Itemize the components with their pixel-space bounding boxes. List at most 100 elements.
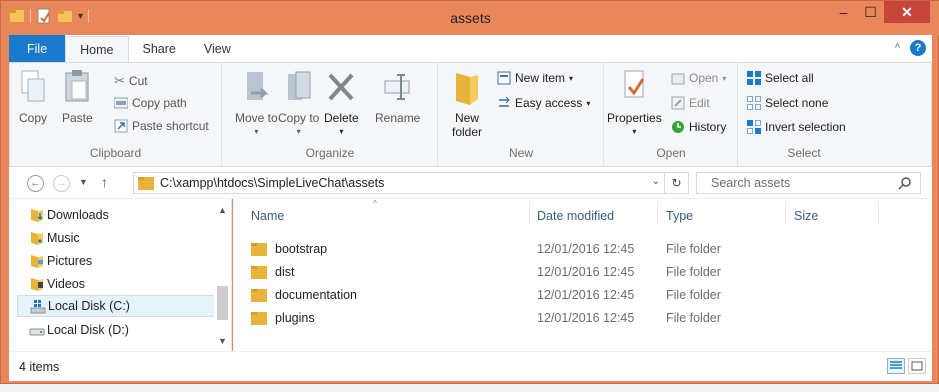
nav-item-local-disk-d[interactable]: Local Disk (D:) xyxy=(17,319,222,341)
select-none-icon xyxy=(747,96,761,110)
properties-button[interactable]: Properties ▾ xyxy=(607,69,662,139)
item-count: 4 items xyxy=(19,360,60,374)
select-all-icon xyxy=(747,71,761,85)
copy-button[interactable]: Copy xyxy=(18,69,48,125)
open-icon xyxy=(671,73,685,85)
paste-shortcut-icon xyxy=(114,119,128,133)
select-group-label: Select xyxy=(787,146,821,160)
open-button[interactable]: Open ▾ xyxy=(671,71,726,85)
column-divider[interactable] xyxy=(529,203,530,225)
invert-selection-button[interactable]: Invert selection xyxy=(747,120,846,134)
column-divider[interactable] xyxy=(785,203,786,225)
easy-access-button[interactable]: Easy access ▾ xyxy=(497,96,590,110)
tab-home[interactable]: Home xyxy=(65,36,129,62)
nav-item-downloads[interactable]: Downloads xyxy=(17,204,222,226)
file-date: 12/01/2016 12:45 xyxy=(537,311,635,325)
copy-to-icon xyxy=(287,71,311,100)
column-divider[interactable] xyxy=(657,203,658,225)
new-group: New folder New item ▾ Easy access ▾ New xyxy=(439,63,604,166)
details-view-button[interactable] xyxy=(887,358,905,374)
new-item-button[interactable]: New item ▾ xyxy=(497,71,573,85)
refresh-icon: ↻ xyxy=(671,176,682,190)
large-icons-view-button[interactable] xyxy=(908,358,926,374)
file-row-plugins[interactable]: plugins 12/01/2016 12:45 File folder xyxy=(251,308,871,328)
edit-button[interactable]: Edit xyxy=(671,96,710,110)
window-controls: – ☐ ✕ xyxy=(830,1,930,23)
tab-file[interactable]: File xyxy=(9,35,66,62)
dropdown-arrow-icon: ▾ xyxy=(296,127,301,136)
tab-share[interactable]: Share xyxy=(129,35,190,62)
folder-icon xyxy=(138,177,154,190)
select-none-button[interactable]: Select none xyxy=(747,96,828,110)
minimize-button[interactable]: – xyxy=(830,1,857,23)
new-group-label: New xyxy=(508,146,533,160)
nav-item-music[interactable]: Music xyxy=(17,227,222,249)
history-icon xyxy=(672,121,684,133)
paste-button[interactable]: Paste xyxy=(62,69,93,125)
column-header-size[interactable]: Size xyxy=(794,209,818,223)
scroll-down-icon[interactable]: ▼ xyxy=(218,336,227,346)
file-name: documentation xyxy=(275,288,358,302)
collapse-ribbon-icon[interactable]: ^ xyxy=(895,42,900,54)
file-row-dist[interactable]: dist 12/01/2016 12:45 File folder xyxy=(251,262,871,282)
copy-to-button[interactable]: Copy to ▾ xyxy=(278,69,319,139)
status-bar: 4 items xyxy=(9,351,932,381)
file-row-bootstrap[interactable]: bootstrap 12/01/2016 12:45 File folder xyxy=(251,239,871,259)
copy-icon xyxy=(21,70,45,102)
help-icon[interactable]: ? xyxy=(910,40,926,56)
folder-icon xyxy=(251,266,267,279)
large-icons-view-icon xyxy=(911,361,923,371)
up-arrow-icon[interactable]: ↑ xyxy=(101,174,108,190)
recent-locations-icon[interactable]: ▼ xyxy=(79,177,88,187)
column-header-name[interactable]: Name xyxy=(251,209,284,223)
rename-icon xyxy=(384,74,410,100)
search-input[interactable]: Search assets xyxy=(696,172,921,194)
folder-icon xyxy=(251,243,267,256)
select-all-button[interactable]: Select all xyxy=(747,71,814,85)
close-button[interactable]: ✕ xyxy=(884,1,930,23)
column-header-type[interactable]: Type xyxy=(666,209,693,223)
delete-button[interactable]: Delete ▾ xyxy=(324,69,359,139)
maximize-button[interactable]: ☐ xyxy=(857,1,884,23)
file-type: File folder xyxy=(666,265,721,279)
nav-item-local-disk-c[interactable]: Local Disk (C:) xyxy=(17,295,222,317)
new-item-icon xyxy=(497,71,511,85)
organize-group: Move to ▾ Copy to ▾ Delete ▾ Rename Orga… xyxy=(223,63,438,166)
forward-button[interactable]: → xyxy=(53,175,70,192)
new-folder-button[interactable]: New folder xyxy=(447,69,487,139)
column-header-date-modified[interactable]: Date modified xyxy=(537,209,614,223)
forward-arrow-icon: → xyxy=(56,178,67,189)
organize-group-label: Organize xyxy=(305,146,355,160)
file-row-documentation[interactable]: documentation 12/01/2016 12:45 File fold… xyxy=(251,285,871,305)
rename-button[interactable]: Rename xyxy=(375,69,420,125)
copy-path-button[interactable]: Copy path xyxy=(114,96,187,110)
pictures-folder-icon xyxy=(31,255,43,268)
scrollbar-thumb[interactable] xyxy=(217,286,228,320)
scroll-up-icon[interactable]: ▲ xyxy=(218,205,227,215)
videos-folder-icon xyxy=(31,278,43,291)
cut-button[interactable]: ✂ Cut xyxy=(114,73,148,89)
title-bar[interactable]: ▾ assets – ☐ ✕ xyxy=(1,1,939,35)
ribbon-tools: ^ ? xyxy=(895,40,926,56)
file-list: ^ Name Date modified Type Size bootstrap… xyxy=(233,199,932,351)
window-title: assets xyxy=(450,10,491,26)
nav-item-pictures[interactable]: Pictures xyxy=(17,250,222,272)
file-name: plugins xyxy=(275,311,315,325)
back-button[interactable]: ← xyxy=(27,175,44,192)
clipboard-group-label: Clipboard xyxy=(89,146,142,160)
refresh-button[interactable]: ↻ xyxy=(665,172,689,194)
address-dropdown-icon[interactable]: ⌄ xyxy=(652,176,660,187)
column-divider[interactable] xyxy=(878,203,879,225)
desktop-background xyxy=(0,384,939,392)
tab-view[interactable]: View xyxy=(190,35,245,62)
navigation-bar: ← → ▼ ↑ C:\xampp\htdocs\SimpleLiveChat\a… xyxy=(9,167,932,199)
scissors-icon: ✂ xyxy=(114,73,125,88)
paste-shortcut-button[interactable]: Paste shortcut xyxy=(114,119,209,133)
address-bar[interactable]: C:\xampp\htdocs\SimpleLiveChat\assets ⌄ xyxy=(133,172,665,194)
nav-pane-scrollbar[interactable]: ▲ ▼ xyxy=(214,199,231,351)
history-button[interactable]: History xyxy=(671,120,726,134)
new-folder-icon xyxy=(456,73,478,105)
nav-item-videos[interactable]: Videos xyxy=(17,273,222,295)
move-to-button[interactable]: Move to ▾ xyxy=(235,69,278,139)
address-path: C:\xampp\htdocs\SimpleLiveChat\assets xyxy=(160,176,385,190)
